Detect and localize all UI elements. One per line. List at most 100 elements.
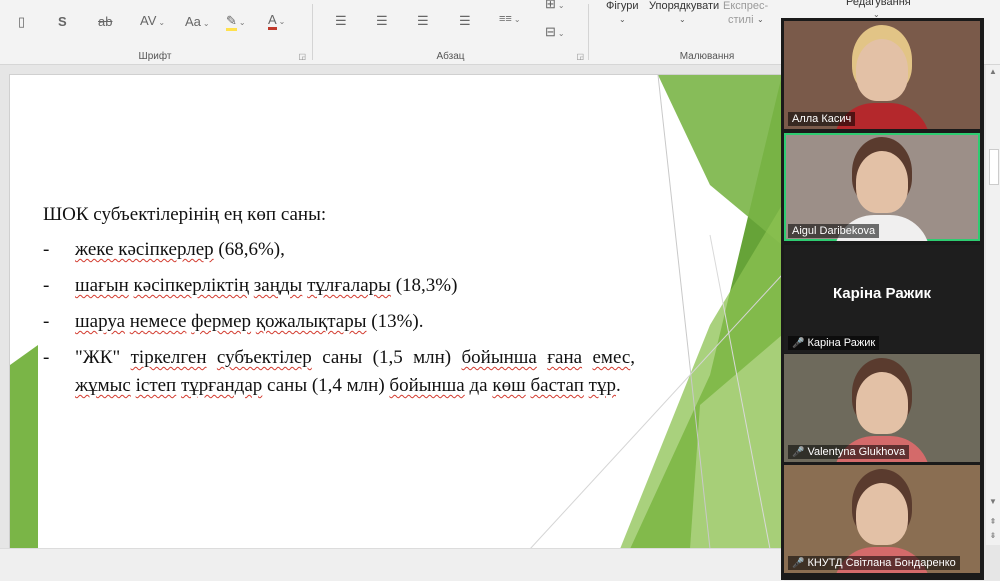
prev-slide-icon[interactable]: ⇞ — [986, 517, 1000, 526]
mic-muted-icon: 🎤 — [792, 447, 805, 458]
participant-tile[interactable]: 🎤 Valentyna Glukhova — [784, 354, 980, 462]
bullet-dash: - — [43, 347, 50, 368]
arrange-button[interactable]: Упорядкувати — [649, 0, 719, 12]
spellcheck-flagged-word: фермер — [191, 311, 252, 332]
font-group-label: Шрифт — [138, 51, 172, 62]
bullet-text — [582, 347, 592, 368]
bullet-dash: - — [43, 311, 50, 332]
participant-name: 🎤 Valentyna Glukhova — [788, 445, 910, 459]
participant-video-icon — [856, 372, 908, 434]
quick-styles-button-line2: стилі — [728, 14, 754, 26]
bullet-text — [207, 347, 217, 368]
chevron-down-icon: ⌄ — [679, 15, 686, 24]
spellcheck-flagged-word: субъектілер — [216, 347, 312, 368]
bullet-text: . — [615, 375, 621, 396]
editing-button[interactable]: Редагування — [846, 0, 911, 8]
spellcheck-flagged-word: тұлғалары — [307, 275, 391, 296]
vertical-scrollbar[interactable]: ▲ ▼ ⇞ ⇟ — [986, 65, 1000, 545]
font-color-button[interactable]: A ⌄ — [268, 12, 285, 30]
participant-name: Алла Касич — [788, 112, 856, 126]
font-group: ▯ S ab AV ⌄ Aa ⌄ ✎ ⌄ A ⌄ Шрифт ◲ — [0, 0, 310, 64]
spellcheck-flagged-word: бойынша — [461, 347, 537, 368]
bullet-text: саны (1,5 млн) — [311, 347, 462, 368]
scroll-thumb[interactable] — [989, 149, 999, 185]
bullet-text: (68,6%), — [213, 239, 285, 260]
highlight-color-button[interactable]: ✎ ⌄ — [226, 13, 246, 31]
participant-display-name: Каріна Ражик — [832, 285, 932, 302]
participant-video-icon — [856, 39, 908, 101]
bullet-text: (13%). — [366, 311, 424, 332]
spellcheck-flagged-word: емес — [592, 347, 631, 368]
chevron-down-icon: ⌄ — [619, 15, 626, 24]
align-right-icon[interactable]: ☰ — [417, 13, 429, 29]
scroll-up-icon[interactable]: ▲ — [986, 67, 1000, 76]
bullet-text: саны (1,4 млн) — [262, 375, 390, 396]
font-dialog-launcher[interactable]: ◲ — [298, 52, 306, 61]
bullet-text: (18,3%) — [390, 275, 458, 296]
participant-name: 🎤 Каріна Ражик — [788, 336, 880, 350]
chevron-down-icon: ⌄ — [757, 15, 764, 24]
spellcheck-flagged-word: бастап — [530, 375, 584, 396]
spellcheck-flagged-word: ғана — [547, 347, 583, 368]
highlighter-icon: ✎ — [226, 13, 237, 31]
character-spacing-button[interactable]: AV ⌄ — [140, 13, 165, 28]
spellcheck-flagged-word: қожалықтары — [255, 311, 367, 332]
bullet-item: - шаруа немесе фермер қожалықтары (13%). — [43, 308, 635, 336]
participant-video-icon — [856, 151, 908, 213]
spellcheck-flagged-word: істеп — [135, 375, 177, 396]
bullet-item: - "ЖК" тіркелген субъектілер саны (1,5 м… — [43, 344, 635, 400]
spellcheck-flagged-word: немесе — [129, 311, 187, 332]
columns-button[interactable]: ≡≡ ⌄ — [499, 13, 521, 25]
participant-tile[interactable]: Алла Касич — [784, 21, 980, 129]
bullet-text: да — [464, 375, 493, 396]
video-gallery: Алла Касич Aigul Daribekova Каріна Ражик 🎤 К… — [781, 18, 984, 580]
participant-video-icon — [856, 483, 908, 545]
mic-muted-icon: 🎤 — [792, 338, 805, 349]
spellcheck-flagged-word: шаруа — [75, 311, 125, 332]
spellcheck-flagged-word: бойынша — [389, 375, 465, 396]
spellcheck-flagged-word: заңды — [253, 275, 303, 296]
text-box-icon[interactable]: ▯ — [18, 14, 25, 30]
spellcheck-flagged-word: жұмыс — [75, 375, 131, 396]
shapes-button[interactable]: Фігури — [606, 0, 638, 12]
slide-body-text[interactable]: ШОК субъектілерінің ең көп саны: - жеке к… — [43, 201, 635, 408]
bullet-text — [537, 347, 547, 368]
bullet-dash: - — [43, 239, 50, 260]
align-center-icon[interactable]: ☰ — [376, 13, 388, 29]
spellcheck-flagged-word: жеке кәсіпкерлер — [75, 239, 214, 260]
status-bar — [0, 548, 784, 581]
change-case-button[interactable]: Aa ⌄ — [185, 14, 210, 29]
paragraph-group-label: Абзац — [436, 51, 465, 62]
mic-muted-icon: 🎤 — [792, 558, 805, 569]
slide-heading: ШОК субъектілерінің ең көп саны: — [43, 201, 635, 229]
spellcheck-flagged-word: көш — [492, 375, 526, 396]
participant-tile[interactable]: Aigul Daribekova — [784, 133, 980, 241]
spellcheck-flagged-word: кәсіпкерліктің — [133, 275, 250, 296]
participant-tile[interactable]: Каріна Ражик 🎤 Каріна Ражик — [784, 245, 980, 353]
quick-styles-button[interactable]: Експрес- — [723, 0, 768, 12]
scroll-down-icon[interactable]: ▼ — [986, 497, 1000, 506]
heading-text: ШОК субъектілерінің ең көп саны: — [43, 204, 327, 225]
participant-tile[interactable]: 🎤 КНУТД Світлана Бондаренко — [784, 465, 980, 573]
spellcheck-flagged-word: тіркелген — [130, 347, 207, 368]
bullet-dash: - — [43, 275, 50, 296]
bullet-list: - жеке кәсіпкерлер (68,6%), - шағын кәсіпке… — [43, 236, 635, 400]
align-text-icon[interactable]: ⊟ ⌄ — [545, 24, 565, 40]
text-shadow-button[interactable]: S — [58, 14, 67, 29]
participant-name: Aigul Daribekova — [788, 224, 880, 238]
slide[interactable]: ШОК субъектілерінің ең көп саны: - жеке к… — [9, 74, 783, 550]
bullet-text: , — [630, 347, 636, 368]
strikethrough-button[interactable]: ab — [98, 14, 112, 29]
paragraph-dialog-launcher[interactable]: ◲ — [576, 52, 584, 61]
next-slide-icon[interactable]: ⇟ — [986, 531, 1000, 540]
bullet-text: "ЖК" — [75, 347, 131, 368]
spellcheck-flagged-word: шағын — [75, 275, 129, 296]
bullet-item: - жеке кәсіпкерлер (68,6%), — [43, 236, 635, 264]
text-direction-icon[interactable]: ⊞ ⌄ — [545, 0, 565, 12]
spellcheck-flagged-word: тұрғандар — [180, 375, 263, 396]
spellcheck-flagged-word: тұр — [588, 375, 616, 396]
bullet-item: - шағын кәсіпкерліктің заңды тұлғалары (1… — [43, 272, 635, 300]
align-left-icon[interactable]: ☰ — [335, 13, 347, 29]
justify-icon[interactable]: ☰ — [459, 13, 471, 29]
paragraph-group: ☰ ☰ ☰ ☰ ≡≡ ⌄ ⊞ ⌄ ⊟ ⌄ Абзац ◲ — [313, 0, 588, 64]
